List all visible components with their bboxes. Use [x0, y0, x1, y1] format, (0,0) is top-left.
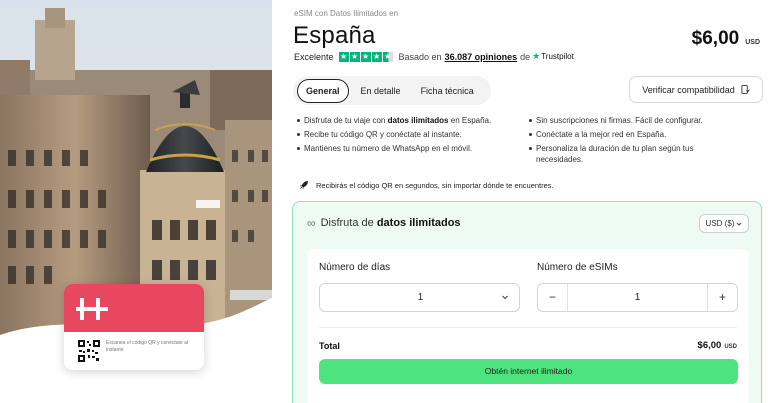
trustpilot-logo: Trustpilot	[541, 52, 574, 61]
star-icon: ★	[349, 51, 360, 62]
feature-item: Conéctate a la mejor red en España.	[529, 129, 729, 140]
rating-de: de	[520, 51, 531, 62]
tab-general[interactable]: General	[297, 78, 349, 103]
feature-item: Personaliza la duración de tu plan según…	[529, 143, 729, 165]
chevron-down-icon	[737, 222, 742, 226]
plan-form: Número de días Número de eSIMs 1 − 1 + T…	[307, 249, 749, 403]
hero-image-panel: Escanea el código QR y conéctate al inst…	[0, 0, 272, 403]
rating-stars: ★ ★ ★ ★ ★	[338, 51, 393, 62]
page-title: España	[293, 22, 376, 49]
price-currency: USD	[745, 39, 760, 46]
tab-ficha-tecnica[interactable]: Ficha técnica	[413, 80, 482, 102]
decrement-button[interactable]: −	[538, 284, 568, 311]
divider	[319, 327, 737, 328]
half-star-icon: ★	[382, 51, 393, 62]
features-left: Disfruta de tu viaje con datos ilimitado…	[297, 115, 522, 157]
trustpilot-rating: Excelente ★ ★ ★ ★ ★ Basado en 36.087 opi…	[294, 51, 574, 62]
feature-item: Mantienes tu número de WhatsApp en el mó…	[297, 143, 522, 154]
feature-item: Sin suscripciones ni firmas. Fácil de co…	[529, 115, 729, 126]
total-value: $6,00 USD	[698, 340, 737, 351]
star-icon: ★	[338, 51, 349, 62]
star-icon: ★	[371, 51, 382, 62]
esims-stepper-value[interactable]: 1	[568, 284, 707, 311]
increment-button[interactable]: +	[707, 284, 737, 311]
infinity-icon: ∞	[307, 216, 316, 230]
days-select[interactable]: 1	[319, 283, 520, 312]
currency-select[interactable]: USD ($)	[699, 214, 749, 233]
days-label: Número de días	[319, 262, 391, 273]
esim-card: Escanea el código QR y conéctate al inst…	[64, 284, 204, 370]
days-select-value: 1	[417, 292, 424, 303]
price: $6,00 USD	[692, 28, 760, 50]
esim-card-text: Escanea el código QR y conéctate al inst…	[106, 340, 188, 353]
verify-compatibility-button[interactable]: Verificar compatibilidad	[629, 76, 763, 103]
feature-item: Disfruta de tu viaje con datos ilimitado…	[297, 115, 522, 126]
feature-item: Recibe tu código QR y conéctate al insta…	[297, 129, 522, 140]
breadcrumb: eSIM con Datos Ilimitados en	[294, 9, 399, 18]
total-label: Total	[319, 341, 340, 351]
esims-label: Número de eSIMs	[537, 262, 618, 273]
get-unlimited-internet-button[interactable]: Obtén internet ilimitado	[319, 359, 738, 384]
currency-select-value: USD ($)	[705, 219, 735, 228]
tab-en-detalle[interactable]: En detalle	[353, 80, 409, 102]
price-amount: $6,00	[691, 28, 740, 49]
esim-card-header	[64, 284, 204, 332]
qr-delivery-note: Recibirás el código QR en segundos, sin …	[299, 180, 554, 190]
plan-heading-text: Disfruta de datos ilimitados	[320, 217, 461, 229]
plan-heading: ∞ Disfruta de datos ilimitados	[307, 216, 461, 230]
plan-box: ∞ Disfruta de datos ilimitados USD ($) N…	[292, 201, 762, 403]
verify-compatibility-label: Verificar compatibilidad	[642, 84, 735, 95]
qr-delivery-text: Recibirás el código QR en segundos, sin …	[316, 180, 554, 190]
total-amount: $6,00	[697, 340, 722, 351]
trustpilot-star-icon: ★	[532, 51, 541, 61]
rating-based-on: Basado en	[398, 51, 442, 62]
rocket-icon	[300, 181, 308, 189]
tab-bar: General En detalle Ficha técnica	[293, 76, 491, 105]
qr-code-icon	[78, 340, 100, 362]
esims-stepper: − 1 +	[537, 283, 738, 312]
chevron-down-icon	[502, 295, 508, 300]
star-icon: ★	[360, 51, 371, 62]
reviews-link[interactable]: 36.087 opiniones	[445, 52, 518, 62]
rating-label: Excelente	[294, 51, 334, 62]
total-currency: USD	[724, 344, 737, 350]
features-right: Sin suscripciones ni firmas. Fácil de co…	[529, 115, 729, 168]
holafly-logo-icon	[76, 298, 108, 320]
phone-check-icon	[741, 85, 750, 94]
